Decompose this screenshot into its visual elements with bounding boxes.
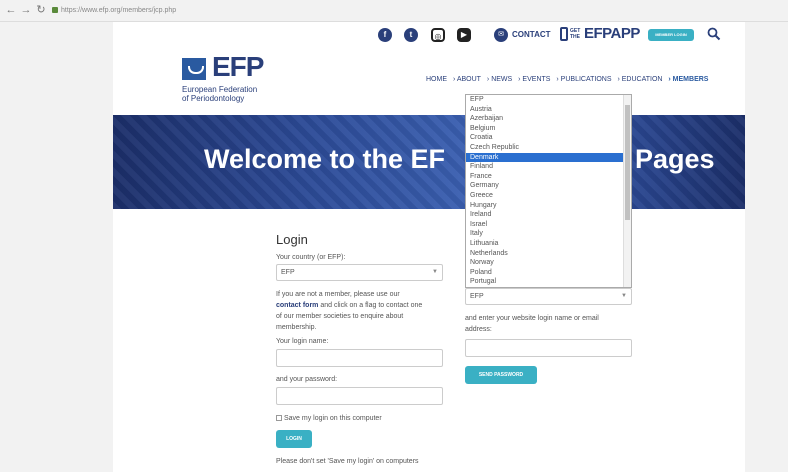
dropdown-option[interactable]: Israel: [466, 220, 631, 230]
password-input[interactable]: [276, 387, 443, 405]
dropdown-option[interactable]: Greece: [466, 191, 631, 201]
country-dropdown-list[interactable]: EFP Austria Azerbaijan Belgium Croatia Czech …: [465, 94, 632, 288]
dropdown-option[interactable]: France: [466, 172, 631, 182]
save-login-note: Please don't set 'Save my login' on comp…: [276, 458, 419, 465]
dropdown-scrollbar[interactable]: [623, 95, 631, 287]
dropdown-option[interactable]: Norway: [466, 258, 631, 268]
info-line2: contact form and click on a flag to cont…: [276, 300, 456, 311]
get-the-label: GET THE: [570, 27, 581, 40]
top-bar: f t ◎ ▶ ✉ CONTACT GET THE EFPAPP MEMBER LO…: [113, 22, 745, 48]
forgot-instruction-line2: address:: [465, 326, 492, 333]
dropdown-option[interactable]: Hungary: [466, 201, 631, 211]
contact-label: CONTACT: [512, 30, 551, 40]
nav-education[interactable]: › EDUCATION: [617, 76, 662, 83]
nav-members[interactable]: › MEMBERS: [668, 76, 708, 83]
country-label: Your country (or EFP):: [276, 254, 346, 261]
nav-publications[interactable]: › PUBLICATIONS: [556, 76, 611, 83]
save-login-checkbox[interactable]: [276, 415, 282, 422]
info-line3: of our member societies to enquire about: [276, 313, 404, 320]
login-button[interactable]: LOGIN: [276, 430, 312, 448]
main-nav: HOME › ABOUT › NEWS › EVENTS › PUBLICATI…: [426, 76, 712, 83]
back-icon[interactable]: ←: [4, 3, 18, 17]
login-name-input[interactable]: [276, 349, 443, 367]
url-field[interactable]: https://www.efp.org/members/jcp.php: [52, 4, 788, 18]
dropdown-option[interactable]: Netherlands: [466, 249, 631, 259]
browser-address-bar: ← → ↻ https://www.efp.org/members/jcp.ph…: [0, 0, 788, 22]
dropdown-option[interactable]: Poland: [466, 268, 631, 278]
dropdown-options: EFP Austria Azerbaijan Belgium Croatia Czech …: [466, 95, 631, 287]
phone-icon: [560, 26, 568, 41]
dropdown-option[interactable]: Croatia: [466, 133, 631, 143]
page-right-margin: [745, 22, 788, 472]
search-icon[interactable]: [707, 27, 721, 41]
info-line1: If you are not a member, please use our: [276, 291, 400, 298]
dropdown-option[interactable]: EFP: [466, 95, 631, 105]
forgot-country-select[interactable]: EFP ▼: [465, 288, 632, 305]
logo-subtitle-line2: of Periodontology: [182, 94, 245, 103]
dropdown-option[interactable]: Czech Republic: [466, 143, 631, 153]
info-line2-rest: and click on a flag to contact one: [318, 302, 423, 309]
forgot-instruction: and enter your website login name or ema…: [465, 313, 645, 335]
twitter-icon[interactable]: t: [404, 28, 418, 42]
password-label: and your password:: [276, 376, 338, 383]
instagram-icon[interactable]: ◎: [431, 28, 445, 42]
nav-news[interactable]: › NEWS: [487, 76, 512, 83]
contact-link[interactable]: ✉ CONTACT: [494, 28, 551, 42]
logo-subtitle: European Federation of Periodontology: [182, 85, 257, 103]
dropdown-option[interactable]: Italy: [466, 229, 631, 239]
contact-form-link[interactable]: contact form: [276, 302, 318, 309]
dropdown-option[interactable]: Finland: [466, 162, 631, 172]
lock-icon: [52, 7, 58, 14]
mail-icon: ✉: [494, 28, 508, 42]
dropdown-option[interactable]: Azerbaijan: [466, 114, 631, 124]
page-left-margin: [0, 22, 113, 472]
youtube-icon[interactable]: ▶: [457, 28, 471, 42]
chevron-down-icon: ▼: [621, 293, 627, 299]
login-country-select[interactable]: EFP ▼: [276, 264, 443, 281]
forward-icon[interactable]: →: [19, 3, 33, 17]
url-text: https://www.efp.org/members/jcp.php: [61, 7, 177, 14]
dropdown-option[interactable]: Ireland: [466, 210, 631, 220]
member-login-button[interactable]: MEMBER LOGIN: [648, 29, 694, 41]
dropdown-option[interactable]: Germany: [466, 181, 631, 191]
save-login-label: Save my login on this computer: [284, 415, 382, 422]
chevron-down-icon: ▼: [432, 269, 438, 275]
get-app-link[interactable]: GET THE EFPAPP: [560, 25, 640, 45]
banner-title-left: Welcome to the EF: [204, 144, 446, 174]
send-password-button[interactable]: SEND PASSWORD: [465, 366, 537, 384]
dropdown-option[interactable]: Belgium: [466, 124, 631, 134]
logo-subtitle-line1: European Federation: [182, 85, 258, 94]
efp-app-label: EFPAPP: [584, 25, 640, 43]
dropdown-option[interactable]: Denmark: [466, 152, 631, 163]
banner-title-right: Pages: [635, 144, 715, 174]
dropdown-option[interactable]: Portugal: [466, 277, 631, 287]
forgot-country-value: EFP: [470, 293, 484, 300]
facebook-icon[interactable]: f: [378, 28, 392, 42]
dropdown-option[interactable]: Lithuania: [466, 239, 631, 249]
login-country-value: EFP: [281, 269, 295, 276]
login-name-label: Your login name:: [276, 338, 329, 345]
info-line4: membership.: [276, 324, 317, 331]
logo-text[interactable]: EFP: [212, 52, 264, 82]
forgot-instruction-line1: and enter your website login name or ema…: [465, 315, 599, 322]
save-login-checkbox-row[interactable]: Save my login on this computer: [276, 415, 382, 422]
nav-events[interactable]: › EVENTS: [518, 76, 550, 83]
efp-logo-icon[interactable]: [182, 58, 206, 80]
membership-info: If you are not a member, please use our …: [276, 289, 456, 333]
scrollbar-thumb[interactable]: [625, 105, 630, 220]
page-content: f t ◎ ▶ ✉ CONTACT GET THE EFPAPP MEMBER LO…: [113, 22, 745, 472]
nav-home[interactable]: HOME: [426, 76, 447, 83]
nav-about[interactable]: › ABOUT: [453, 76, 481, 83]
login-heading: Login: [276, 232, 308, 247]
forgot-email-input[interactable]: [465, 339, 632, 357]
reload-icon[interactable]: ↻: [34, 3, 48, 17]
dropdown-option[interactable]: Austria: [466, 105, 631, 115]
welcome-banner: Welcome to the EF Pages: [113, 115, 745, 209]
